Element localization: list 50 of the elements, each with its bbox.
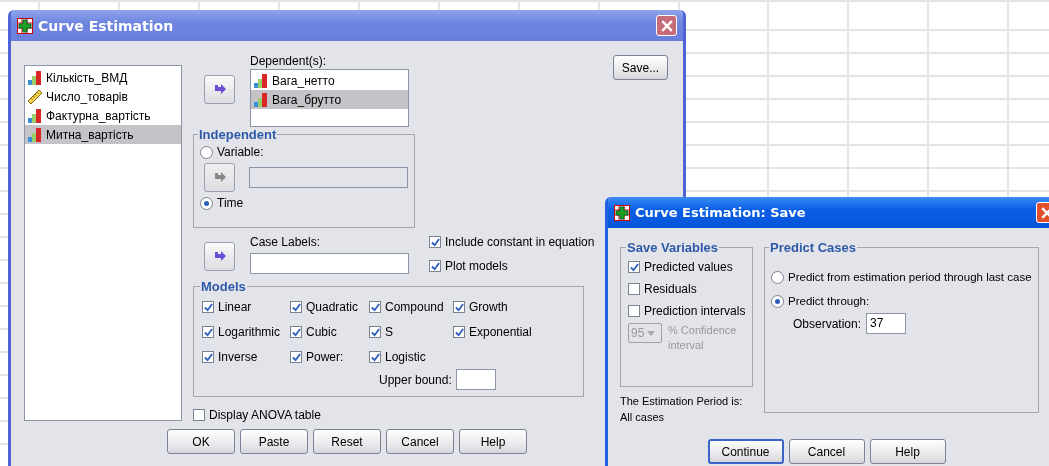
dialog-button[interactable]: Reset — [313, 429, 381, 454]
dialog-button[interactable]: Cancel — [788, 439, 865, 464]
case-labels-label: Case Labels: — [250, 234, 322, 250]
radio-label[interactable]: Predict from estimation period through last case — [788, 271, 1032, 283]
dependents-label: Dependent(s): — [250, 53, 328, 69]
variable-item[interactable]: Кількість_ВМД — [25, 68, 181, 87]
estimation-period-text: The Estimation Period is: — [620, 394, 744, 409]
dialog-button[interactable]: OK — [167, 429, 235, 454]
checkbox-label[interactable]: Logarithmic — [218, 325, 281, 339]
checkbox-label[interactable]: Cubic — [306, 325, 337, 339]
group-title: Save Variables — [626, 240, 720, 255]
checkbox-label[interactable]: Linear — [218, 300, 252, 314]
window-title: Curve Estimation — [38, 17, 174, 34]
checkbox-label[interactable]: Display ANOVA table — [209, 408, 321, 422]
checkbox-label[interactable]: S — [385, 325, 393, 339]
dialog-button[interactable]: Continue — [707, 439, 784, 464]
window-title: Curve Estimation: Save — [635, 205, 806, 220]
dialog-button[interactable]: Cancel — [386, 429, 454, 454]
checkbox-label[interactable]: Exponential — [469, 325, 532, 339]
checkbox-label[interactable]: Logistic — [385, 350, 426, 364]
observation-label: Observation: — [793, 316, 862, 331]
checkbox-label[interactable]: Compound — [385, 300, 444, 314]
checkbox-label[interactable]: Growth — [469, 300, 508, 314]
group-title: Independent — [198, 127, 278, 142]
radio-label[interactable]: Variable: — [217, 145, 264, 159]
input-field[interactable]: 37 — [866, 313, 907, 334]
group-title: Models — [200, 279, 247, 294]
checkbox-label[interactable]: Predicted values — [644, 260, 733, 274]
variable-item[interactable]: Число_товарів — [25, 87, 181, 106]
checkbox-label[interactable]: Inverse — [218, 350, 258, 364]
dialog-button[interactable]: Help — [869, 439, 946, 464]
estimation-period-text: All cases — [620, 410, 666, 425]
checkbox-label[interactable]: Power: — [306, 350, 344, 364]
checkbox-label[interactable]: Residuals — [644, 282, 697, 296]
dialog-button[interactable]: Help — [459, 429, 527, 454]
upper-bound-label: Upper bound: — [379, 372, 452, 387]
radio-label[interactable]: Predict through: — [788, 295, 870, 307]
variable-item[interactable]: Вага_брутто — [251, 90, 408, 109]
confidence-label: % Confidence interval — [668, 323, 738, 353]
variable-item[interactable]: Вага_нетто — [251, 71, 408, 90]
checkbox-label[interactable]: Include constant in equation — [445, 235, 595, 249]
radio-label[interactable]: Time — [217, 196, 244, 210]
variable-item[interactable]: Митна_вартість — [25, 125, 181, 144]
group-title: Predict Cases — [769, 240, 857, 255]
checkbox-label[interactable]: Prediction intervals — [644, 304, 746, 318]
variable-item[interactable]: Фактурна_вартість — [25, 106, 181, 125]
dialog-button[interactable]: Paste — [240, 429, 308, 454]
checkbox-label[interactable]: Plot models — [445, 259, 508, 273]
save-button[interactable]: Save... — [613, 55, 668, 80]
checkbox-label[interactable]: Quadratic — [306, 300, 359, 314]
